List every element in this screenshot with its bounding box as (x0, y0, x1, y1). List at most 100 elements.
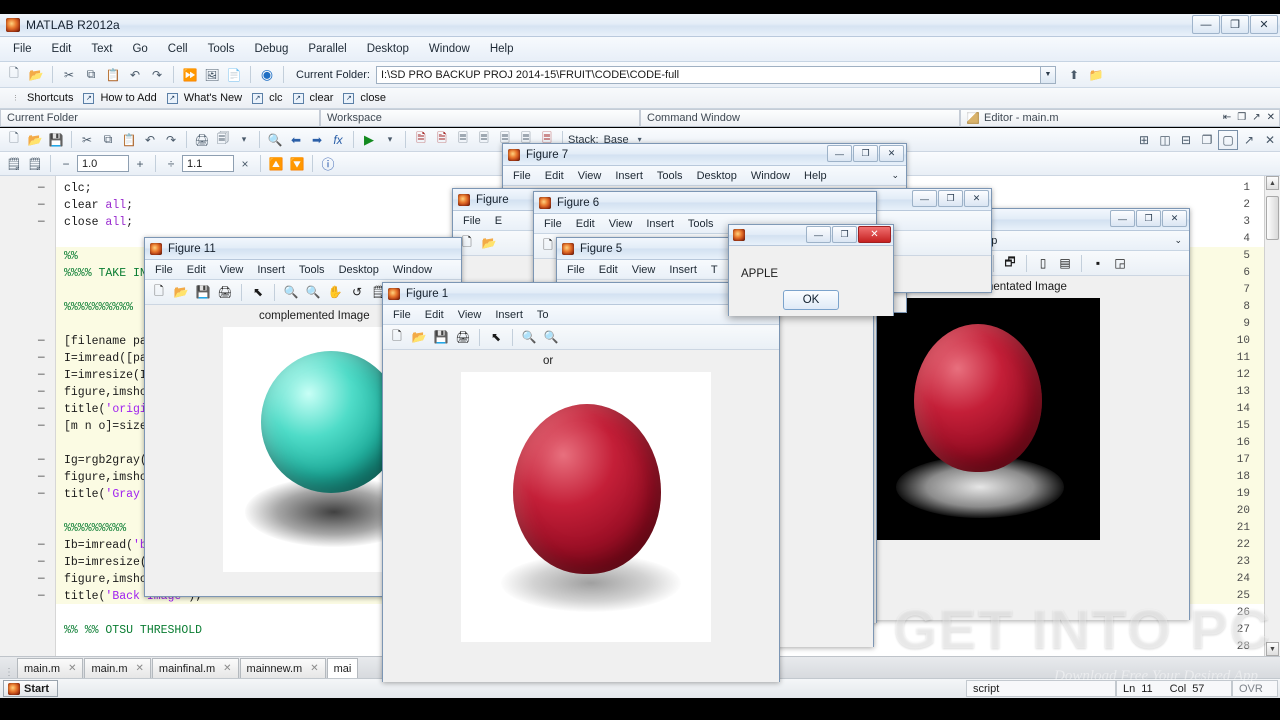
indent-increase-icon[interactable]: 🗒 (4, 154, 24, 174)
maximize-button[interactable]: ❐ (1221, 15, 1249, 34)
redo-icon[interactable]: ↷ (147, 65, 167, 85)
chevron-down-icon[interactable]: ▼ (1039, 66, 1055, 83)
menu-desktop[interactable]: Desktop (358, 40, 418, 58)
figure-menu-desktop[interactable]: Desktop (690, 168, 744, 184)
close-editor-icon[interactable]: ✕ (1260, 130, 1280, 150)
code-executable-marker[interactable]: — (38, 352, 45, 364)
open-figure-icon[interactable]: 📂 (479, 233, 499, 253)
figure-1-canvas[interactable]: or (383, 350, 779, 682)
code-executable-marker[interactable]: — (38, 488, 45, 500)
zoom-out-icon[interactable]: 🔍 (541, 327, 561, 347)
forward-icon[interactable]: ➡ (307, 130, 327, 150)
print-icon[interactable]: 🖨 (192, 130, 212, 150)
save-icon[interactable]: 💾 (431, 327, 451, 347)
figure-menu-insert[interactable]: Insert (639, 216, 681, 232)
new-figure-icon[interactable]: 🗋 (387, 327, 407, 347)
figure-11-titlebar[interactable]: Figure 11 (145, 238, 461, 260)
undo-icon[interactable]: ↶ (125, 65, 145, 85)
indent-value-field[interactable]: 1.0 (77, 155, 129, 172)
figure-menu-edit[interactable]: Edit (538, 168, 571, 184)
rotate-3d-icon[interactable]: ↺ (347, 282, 367, 302)
colorbar-icon[interactable]: ▯ (1033, 253, 1053, 273)
shortcut-close[interactable]: close (357, 92, 389, 104)
run-icon[interactable]: ▶ (359, 130, 379, 150)
code-executable-marker[interactable]: — (38, 539, 45, 551)
tile-stack-icon[interactable]: ❐ (1197, 130, 1217, 150)
profiler-icon[interactable]: 📄 (224, 65, 244, 85)
figure-menu-file[interactable]: File (506, 168, 538, 184)
scroll-thumb[interactable] (1266, 196, 1279, 240)
code-executable-marker[interactable]: — (38, 573, 45, 585)
legend-icon[interactable]: ▤ (1055, 253, 1075, 273)
new-figure-icon[interactable]: 🗋 (149, 282, 169, 302)
minimize-button[interactable]: — (1192, 15, 1220, 34)
tile-h-icon[interactable]: ⊟ (1176, 130, 1196, 150)
figure-menu-view[interactable]: View (602, 216, 640, 232)
pointer-icon[interactable]: ⬉ (486, 327, 506, 347)
step-in-icon[interactable]: 🗏 (474, 130, 494, 150)
ok-button[interactable]: OK (783, 290, 839, 310)
figure-menu-window[interactable]: Window (386, 262, 439, 278)
file-tab-active[interactable]: mai (326, 658, 359, 678)
close-pane-icon[interactable]: ✕ (1267, 112, 1275, 123)
code-executable-marker[interactable]: — (38, 199, 45, 211)
file-tab-mainnew[interactable]: mainnew.m ✕ (239, 658, 326, 678)
code-executable-marker[interactable]: — (38, 182, 45, 194)
menu-file[interactable]: File (4, 40, 41, 58)
link-icon[interactable]: 🗐 (213, 130, 233, 150)
figure-menu-file[interactable]: File (148, 262, 180, 278)
apple-dialog[interactable]: — ❐ ✕ APPLE OK (728, 224, 894, 316)
code-executable-marker[interactable]: — (38, 454, 45, 466)
pane-header-current-folder[interactable]: Current Folder (0, 109, 320, 127)
redo-icon-editor[interactable]: ↷ (161, 130, 181, 150)
cut-icon-editor[interactable]: ✂ (77, 130, 97, 150)
figure-menu-edit[interactable]: E (488, 213, 509, 229)
file-tab-main-1[interactable]: main.m ✕ (17, 658, 84, 678)
figure-menu-edit[interactable]: Edit (569, 216, 602, 232)
code-executable-marker[interactable]: — (38, 335, 45, 347)
figure-menu-desktop[interactable]: Desktop (332, 262, 386, 278)
figure-6-titlebar[interactable]: Figure 6 (534, 192, 876, 214)
figure-close-button[interactable]: ✕ (1162, 210, 1187, 227)
close-button[interactable]: ✕ (1250, 15, 1278, 34)
cell-next-icon[interactable]: 🔽 (287, 154, 307, 174)
figure-menu-view[interactable]: View (625, 262, 663, 278)
fx-icon[interactable]: fx (328, 130, 348, 150)
figure-maximize-button[interactable]: ❐ (853, 145, 878, 162)
zoom-in-icon[interactable]: 🔍 (519, 327, 539, 347)
print-icon[interactable]: 🖨 (453, 327, 473, 347)
menu-text[interactable]: Text (82, 40, 121, 58)
figure-maximize-button[interactable]: ❐ (1136, 210, 1161, 227)
figure-menu-file[interactable]: File (537, 216, 569, 232)
shortcut-how-to-add[interactable]: How to Add (97, 92, 159, 104)
pan-icon[interactable]: ✋ (325, 282, 345, 302)
code-executable-marker[interactable]: — (38, 590, 45, 602)
print-icon[interactable]: 🖨 (215, 282, 235, 302)
figure-menu-window[interactable]: Window (744, 168, 797, 184)
close-tab-icon[interactable]: ✕ (68, 663, 76, 674)
figure-menu-tools[interactable]: T (704, 262, 725, 278)
editor-vertical-scrollbar[interactable]: ▲ ▼ (1264, 176, 1280, 656)
step-icon[interactable]: 🗏 (453, 130, 473, 150)
run-dropdown-icon[interactable]: ▾ (380, 130, 400, 150)
figure-1-window[interactable]: Figure 1 File Edit View Insert To 🗋 📂 💾 … (382, 282, 780, 682)
hide-plot-tools-icon[interactable]: ▪ (1088, 253, 1108, 273)
find-icon[interactable]: 🔍 (265, 130, 285, 150)
figure-menu-view[interactable]: View (213, 262, 251, 278)
folder-up-icon[interactable]: ⬆ (1064, 65, 1084, 85)
figure-minimize-button[interactable]: — (912, 190, 937, 207)
figure-close-button[interactable]: ✕ (964, 190, 989, 207)
decrement-button[interactable]: − (56, 154, 76, 174)
zoom-in-icon[interactable]: 🔍 (281, 282, 301, 302)
menu-cell[interactable]: Cell (159, 40, 197, 58)
guide-icon[interactable]: 🖼 (202, 65, 222, 85)
file-tab-mainfinal[interactable]: mainfinal.m ✕ (151, 658, 239, 678)
menu-go[interactable]: Go (123, 40, 156, 58)
figure-menu-file[interactable]: File (386, 307, 418, 323)
increment-button[interactable]: + (130, 154, 150, 174)
new-file-icon[interactable]: 🗋 (4, 65, 24, 85)
figure-maximize-button[interactable]: ❐ (938, 190, 963, 207)
figure-menu-insert[interactable]: Insert (608, 168, 650, 184)
new-figure-icon[interactable]: 🗋 (538, 236, 558, 256)
figure-menu-edit[interactable]: Edit (592, 262, 625, 278)
